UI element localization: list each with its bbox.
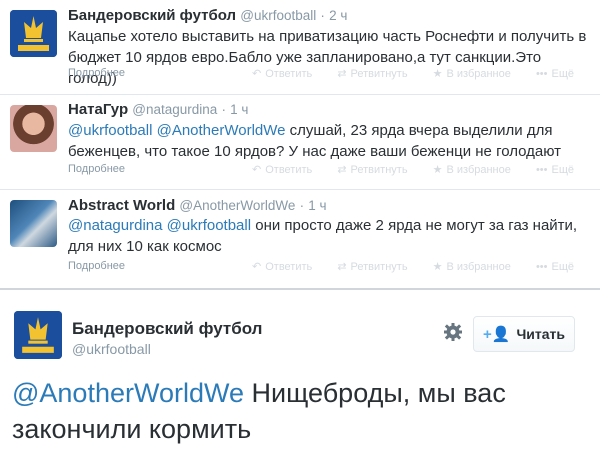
- avatar[interactable]: [14, 311, 62, 359]
- user-photo: [10, 105, 57, 152]
- tweet-header: Abstract World @AnotherWorldWe · 1 ч: [68, 197, 327, 214]
- astronaut-photo: [10, 200, 57, 247]
- follow-button[interactable]: +👤 Читать: [473, 316, 575, 352]
- tweet-footer: Подробнее ↶ Ответить ⇄ Ретвитнуть ★ В избра…: [68, 67, 588, 83]
- tweet-footer: Подробнее ↶ Ответить ⇄ Ретвитнуть ★ В избра…: [68, 163, 588, 179]
- fullname[interactable]: Бандеровский футбол: [68, 7, 236, 24]
- more-button[interactable]: ••• Ещё: [536, 261, 574, 273]
- more-icon: •••: [535, 68, 548, 80]
- timestamp[interactable]: 2 ч: [329, 8, 347, 23]
- reply-button[interactable]: ↶ Ответить: [252, 67, 312, 80]
- reply-button[interactable]: ↶ Ответить: [252, 260, 312, 273]
- reply-icon: ↶: [252, 164, 262, 176]
- more-button[interactable]: ••• Ещё: [536, 68, 574, 80]
- more-icon: •••: [535, 261, 548, 273]
- retweet-icon: ⇄: [337, 164, 347, 176]
- tweet-header: НатаГур @natagurdina · 1 ч: [68, 101, 249, 118]
- retweet-button[interactable]: ⇄ Ретвитнуть: [337, 260, 407, 273]
- tweet-header: Бандеровский футбол @ukrfootball · 2 ч: [68, 7, 348, 24]
- fullname[interactable]: НатаГур: [68, 101, 128, 118]
- more-button[interactable]: ••• Ещё: [536, 164, 574, 176]
- mention-link[interactable]: @ukrfootball @AnotherWorldWe: [68, 122, 286, 139]
- avatar[interactable]: [10, 10, 57, 57]
- details-link[interactable]: Подробнее: [68, 260, 125, 272]
- add-user-icon: +👤: [483, 326, 511, 343]
- details-link[interactable]: Подробнее: [68, 163, 125, 175]
- tweet-text: @natagurdina @ukrfootball они просто даж…: [68, 215, 588, 257]
- timestamp[interactable]: 1 ч: [230, 102, 248, 117]
- retweet-button[interactable]: ⇄ Ретвитнуть: [337, 163, 407, 176]
- reply-button[interactable]: ↶ Ответить: [252, 163, 312, 176]
- ukraine-football-logo-icon: [10, 10, 57, 57]
- favorite-button[interactable]: ★ В избранное: [433, 260, 511, 273]
- retweet-icon: ⇄: [337, 261, 347, 273]
- tweet-1: Бандеровский футбол @ukrfootball · 2 ч К…: [0, 0, 600, 95]
- details-link[interactable]: Подробнее: [68, 67, 125, 79]
- fullname[interactable]: Бандеровский футбол: [72, 319, 262, 339]
- fullname[interactable]: Abstract World: [68, 197, 175, 214]
- star-icon: ★: [432, 261, 443, 273]
- screen-name[interactable]: @AnotherWorldWe: [179, 198, 295, 213]
- screen-name[interactable]: @ukrfootball: [72, 341, 151, 357]
- reply-icon: ↶: [252, 68, 262, 80]
- avatar[interactable]: [10, 105, 57, 152]
- more-icon: •••: [535, 164, 548, 176]
- tweet-3: Abstract World @AnotherWorldWe · 1 ч @na…: [0, 190, 600, 285]
- timestamp[interactable]: 1 ч: [308, 198, 326, 213]
- tweet-text: @ukrfootball @AnotherWorldWe слушай, 23 …: [68, 120, 588, 162]
- mention-link[interactable]: @AnotherWorldWe: [12, 378, 244, 408]
- favorite-button[interactable]: ★ В избранное: [433, 163, 511, 176]
- gear-icon[interactable]: [443, 322, 463, 347]
- star-icon: ★: [432, 68, 443, 80]
- screen-name[interactable]: @ukrfootball: [240, 8, 316, 23]
- mention-link[interactable]: @natagurdina @ukrfootball: [68, 217, 251, 234]
- screen-name[interactable]: @natagurdina: [132, 102, 217, 117]
- ukraine-football-logo-icon: [14, 311, 62, 359]
- featured-tweet-text: @AnotherWorldWe Нищеброды, мы вас законч…: [12, 375, 592, 447]
- retweet-icon: ⇄: [337, 68, 347, 80]
- tweet-2: НатаГур @natagurdina · 1 ч @ukrfootball …: [0, 95, 600, 190]
- featured-tweet: Бандеровский футбол @ukrfootball +👤 Читат…: [0, 297, 600, 457]
- star-icon: ★: [432, 164, 443, 176]
- tweet-footer: Подробнее ↶ Ответить ⇄ Ретвитнуть ★ В избра…: [68, 260, 588, 276]
- avatar[interactable]: [10, 200, 57, 247]
- divider: [0, 288, 600, 290]
- reply-icon: ↶: [252, 261, 262, 273]
- favorite-button[interactable]: ★ В избранное: [433, 67, 511, 80]
- follow-label: Читать: [516, 326, 565, 342]
- retweet-button[interactable]: ⇄ Ретвитнуть: [337, 67, 407, 80]
